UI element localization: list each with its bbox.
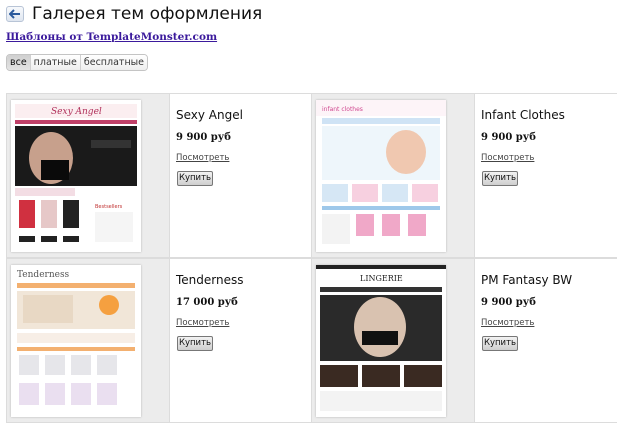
svg-text:Bestsellers: Bestsellers (95, 204, 123, 210)
header: Галерея тем оформления (6, 2, 262, 26)
buy-button[interactable]: Купить (482, 336, 518, 351)
view-link[interactable]: Посмотреть (481, 318, 534, 328)
theme-thumbnail[interactable]: infant clothes (316, 100, 446, 252)
theme-name: PM Fantasy BW (481, 273, 573, 287)
buy-button[interactable]: Купить (482, 171, 518, 186)
filter-paid[interactable]: платные (29, 55, 80, 70)
theme-price: 9 900 руб (176, 132, 231, 143)
theme-thumbnail-cell: LINGERIE (311, 258, 475, 423)
page-title: Галерея тем оформления (32, 4, 263, 24)
theme-name: Infant Clothes (481, 108, 565, 122)
theme-logo: LINGERIE (360, 274, 403, 283)
view-link[interactable]: Посмотреть (176, 153, 229, 163)
templatemonster-link[interactable]: Шаблоны от TemplateMonster.com (6, 31, 217, 43)
theme-thumbnail[interactable]: Tenderness (11, 265, 141, 417)
theme-thumbnail[interactable]: Sexy Angel Bestsellers (11, 100, 141, 252)
theme-info-cell: Sexy Angel 9 900 руб Посмотреть Купить (170, 93, 311, 258)
theme-thumbnail-cell: Tenderness (6, 258, 170, 423)
filter-free[interactable]: бесплатные (79, 55, 147, 70)
view-link[interactable]: Посмотреть (176, 318, 229, 328)
theme-name: Sexy Angel (176, 108, 243, 122)
buy-button[interactable]: Купить (177, 171, 213, 186)
filter-all[interactable]: все (7, 55, 30, 70)
theme-name: Tenderness (176, 273, 244, 287)
arrow-left-icon (9, 9, 20, 19)
view-link[interactable]: Посмотреть (481, 153, 534, 163)
theme-price: 17 000 руб (176, 297, 238, 308)
theme-thumbnail-cell: Sexy Angel Bestsellers (6, 93, 170, 258)
theme-price: 9 900 руб (481, 132, 536, 143)
theme-logo: Tenderness (17, 270, 70, 280)
theme-info-cell: PM Fantasy BW 9 900 руб Посмотреть Купит… (475, 258, 617, 423)
theme-info-cell: Tenderness 17 000 руб Посмотреть Купить (170, 258, 311, 423)
theme-thumbnail-cell: infant clothes (311, 93, 475, 258)
theme-info-cell: Infant Clothes 9 900 руб Посмотреть Купи… (475, 93, 617, 258)
theme-grid: Sexy Angel Bestsellers Sexy Angel 9 900 … (6, 93, 617, 423)
filter-tabs: все платные бесплатные (6, 54, 148, 71)
theme-price: 9 900 руб (481, 297, 536, 308)
back-button[interactable] (6, 6, 24, 22)
buy-button[interactable]: Купить (177, 336, 213, 351)
theme-logo: infant clothes (322, 106, 363, 113)
theme-thumbnail[interactable]: LINGERIE (316, 265, 446, 417)
theme-logo: Sexy Angel (51, 107, 102, 117)
